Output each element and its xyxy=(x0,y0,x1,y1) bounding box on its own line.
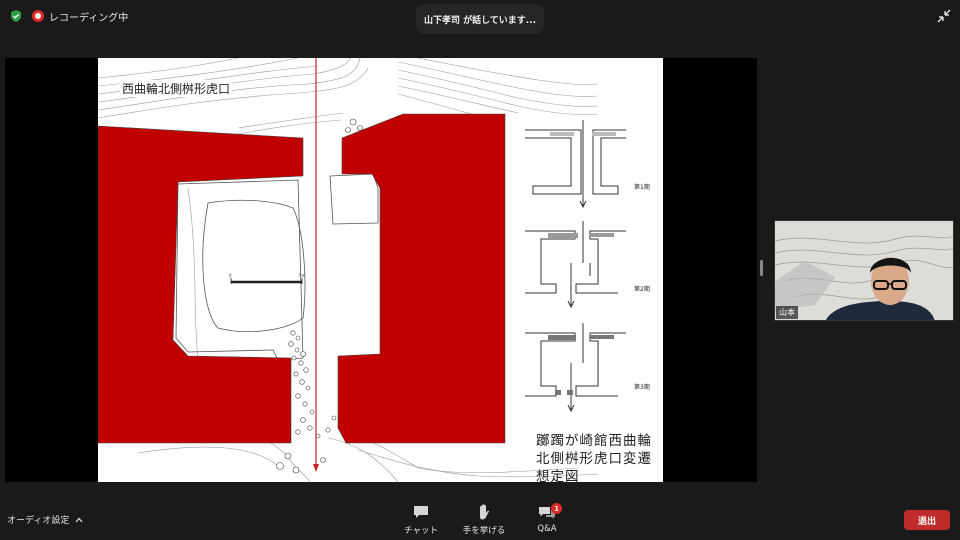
scale-start-label: 0 xyxy=(229,273,232,278)
chat-icon xyxy=(414,506,428,518)
panel-resize-handle[interactable] xyxy=(760,260,763,276)
participant-name-label: 山本 xyxy=(776,306,798,319)
site-plan-drawing: 0 5m xyxy=(98,58,626,482)
phase-label-1: 第1期 xyxy=(634,184,650,191)
shield-icon[interactable] xyxy=(9,9,23,23)
hand-icon xyxy=(480,504,489,520)
recording-label: レコーディング中 xyxy=(49,12,129,24)
scale-end-label: 5m xyxy=(299,273,306,278)
presentation-slide: 0 5m 西曲輪北側桝形虎口 第1期 第2期 第3期 躑躅が崎館西曲輪北側桝形虎… xyxy=(98,58,663,482)
active-speaker-text: 山下孝司 が話しています... xyxy=(423,15,537,26)
participant-video-tile[interactable]: 山本 xyxy=(774,220,954,321)
active-speaker-banner: 山下孝司 が話しています... xyxy=(416,4,544,34)
slide-title: 西曲輪北側桝形虎口 xyxy=(120,80,233,97)
qa-label: Q&A xyxy=(537,524,557,534)
shared-screen: 0 5m 西曲輪北側桝形虎口 第1期 第2期 第3期 躑躅が崎館西曲輪北側桝形虎… xyxy=(5,58,757,482)
exit-fullscreen-icon[interactable] xyxy=(935,7,953,25)
qa-badge: 1 xyxy=(551,503,562,514)
chat-label: チャット xyxy=(404,526,438,536)
slide-caption: 躑躅が崎館西曲輪北側桝形虎口変遷想定図 xyxy=(536,433,652,482)
raise-hand-button[interactable]: 手を挙げる xyxy=(454,503,514,536)
top-bar: レコーディング中 山下孝司 が話しています... xyxy=(0,0,960,34)
qa-button[interactable]: 1 Q&A xyxy=(517,503,577,534)
leave-button[interactable]: 退出 xyxy=(904,510,950,530)
audio-settings-button[interactable]: オーディオ設定 xyxy=(7,513,83,526)
meeting-window: レコーディング中 山下孝司 が話しています... 0 5m 西曲輪北側桝形虎口 … xyxy=(0,0,960,540)
participant-video xyxy=(775,221,953,320)
audio-settings-label: オーディオ設定 xyxy=(7,516,70,526)
chat-button[interactable]: チャット xyxy=(391,503,451,536)
phase-label-2: 第2期 xyxy=(634,286,650,293)
chevron-up-icon[interactable] xyxy=(75,516,83,524)
recording-indicator[interactable]: レコーディング中 xyxy=(32,8,128,24)
phase-label-3: 第3期 xyxy=(634,384,650,391)
bottom-toolbar: オーディオ設定 チャット 手を挙げる 1 Q&A 退出 xyxy=(0,497,960,540)
raise-hand-label: 手を挙げる xyxy=(462,526,506,536)
record-icon xyxy=(32,10,44,22)
